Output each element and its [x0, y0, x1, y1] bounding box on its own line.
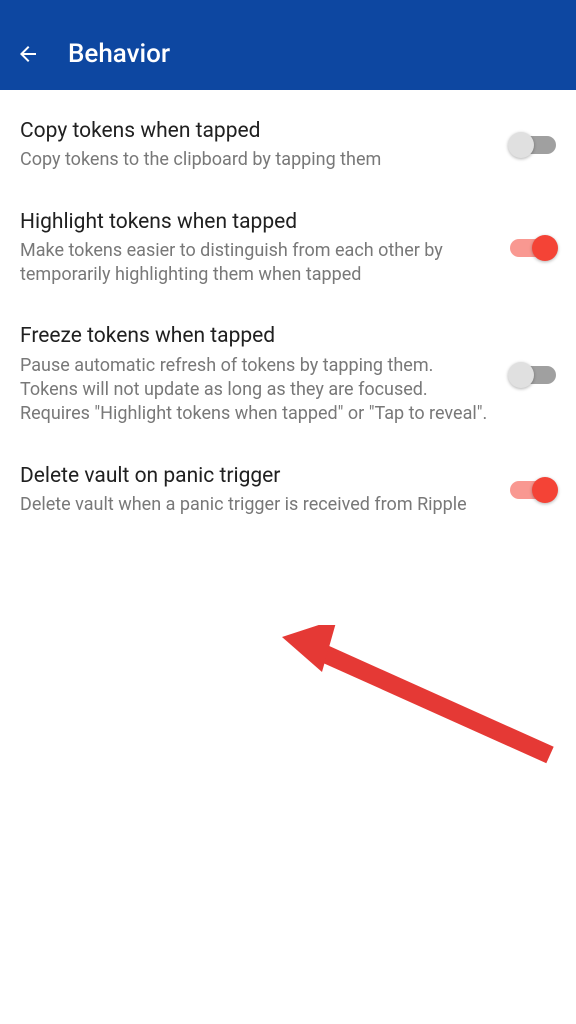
setting-description: Pause automatic refresh of tokens by tap…	[20, 354, 494, 427]
back-arrow-icon	[16, 41, 40, 67]
setting-text: Delete vault on panic trigger Delete vau…	[20, 463, 494, 518]
back-button[interactable]	[16, 42, 40, 66]
toggle-thumb	[508, 132, 534, 158]
page-title: Behavior	[68, 39, 170, 69]
setting-freeze-tokens[interactable]: Freeze tokens when tapped Pause automati…	[0, 305, 576, 444]
settings-list: Copy tokens when tapped Copy tokens to t…	[0, 90, 576, 535]
setting-text: Copy tokens when tapped Copy tokens to t…	[20, 118, 494, 173]
toggle-delete-vault-panic[interactable]	[510, 481, 556, 499]
annotation-arrow	[280, 625, 576, 785]
setting-title: Highlight tokens when tapped	[20, 209, 494, 236]
status-bar	[0, 0, 576, 18]
setting-description: Copy tokens to the clipboard by tapping …	[20, 148, 494, 172]
setting-title: Delete vault on panic trigger	[20, 463, 494, 490]
app-bar: Behavior	[0, 18, 576, 90]
setting-highlight-tokens[interactable]: Highlight tokens when tapped Make tokens…	[0, 191, 576, 306]
setting-title: Freeze tokens when tapped	[20, 323, 494, 350]
toggle-thumb	[532, 235, 558, 261]
setting-text: Freeze tokens when tapped Pause automati…	[20, 323, 494, 426]
setting-text: Highlight tokens when tapped Make tokens…	[20, 209, 494, 288]
setting-copy-tokens[interactable]: Copy tokens when tapped Copy tokens to t…	[0, 100, 576, 191]
setting-description: Make tokens easier to distinguish from e…	[20, 239, 494, 288]
toggle-copy-tokens[interactable]	[510, 136, 556, 154]
setting-delete-vault-panic[interactable]: Delete vault on panic trigger Delete vau…	[0, 445, 576, 536]
setting-description: Delete vault when a panic trigger is rec…	[20, 493, 494, 517]
setting-title: Copy tokens when tapped	[20, 118, 494, 145]
toggle-thumb	[532, 477, 558, 503]
toggle-freeze-tokens[interactable]	[510, 366, 556, 384]
toggle-thumb	[508, 362, 534, 388]
toggle-highlight-tokens[interactable]	[510, 239, 556, 257]
